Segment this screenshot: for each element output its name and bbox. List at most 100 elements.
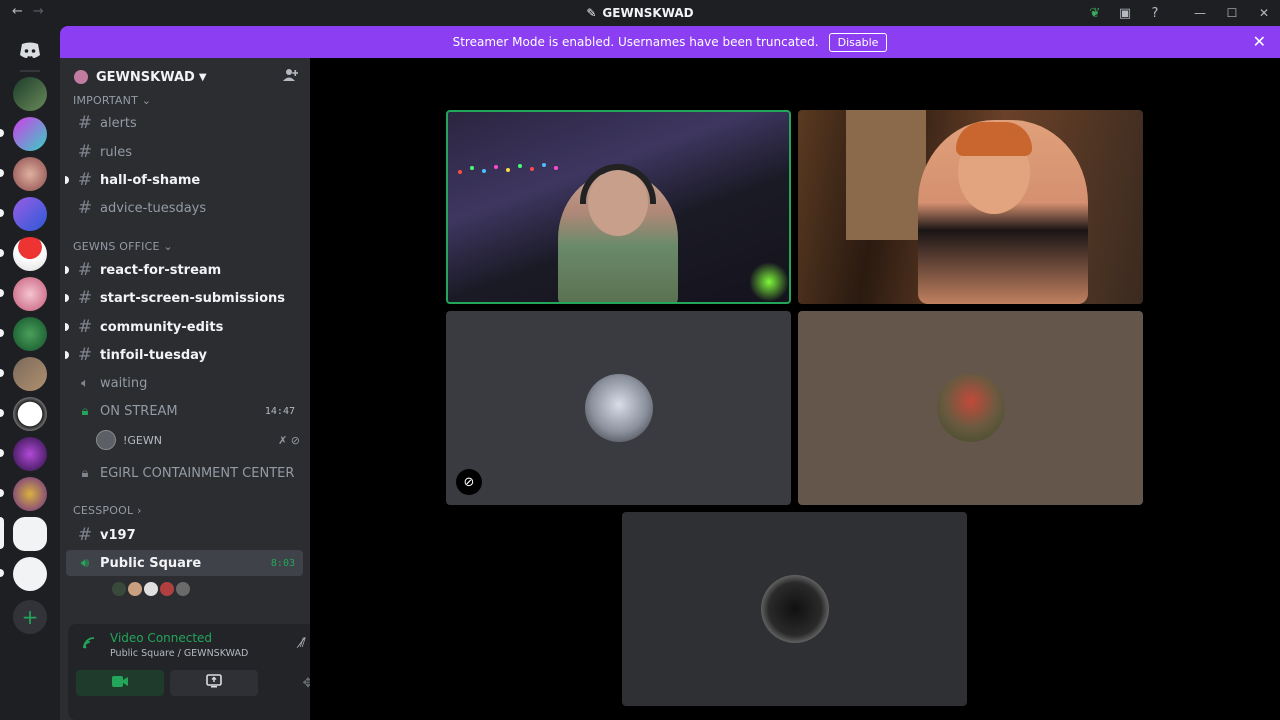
server-icon[interactable] <box>13 237 47 271</box>
voice-tile[interactable]: ⊘ <box>446 311 791 505</box>
channel-tinfoil-tuesday[interactable]: # tinfoil-tuesday <box>65 342 303 368</box>
connection-location[interactable]: Public Square / GEWNSKWAD <box>110 648 248 659</box>
text-channel-icon: # <box>77 345 93 365</box>
server-icon[interactable] <box>13 437 47 471</box>
server-icon[interactable] <box>13 157 47 191</box>
channel-label: react-for-stream <box>100 262 222 278</box>
discord-home-icon[interactable] <box>14 34 46 66</box>
video-feed <box>749 262 789 302</box>
chevron-down-icon: ▼ <box>198 71 207 83</box>
server-unread-indicator <box>0 329 4 337</box>
voice-channel-waiting[interactable]: 🔈︎ waiting <box>66 370 303 396</box>
selected-server-indicator <box>0 517 4 549</box>
text-channel-icon: # <box>77 198 93 218</box>
invite-people-icon[interactable] <box>283 68 299 86</box>
channel-alerts[interactable]: # alerts <box>66 110 303 136</box>
server-unread-indicator <box>0 569 4 577</box>
video-feed <box>846 110 926 240</box>
video-feed <box>956 122 1032 156</box>
channel-rules[interactable]: # rules <box>66 139 303 165</box>
window-title-text: GEWNSKWAD <box>602 6 694 20</box>
stream-icon[interactable]: ▣ <box>1110 6 1140 21</box>
channel-community-edits[interactable]: # community-edits <box>65 314 303 340</box>
muted-icon: ⊘ <box>456 469 482 495</box>
unread-indicator <box>65 351 69 359</box>
channel-hall-of-shame[interactable]: # hall-of-shame <box>65 167 303 193</box>
text-channel-icon: # <box>77 260 93 280</box>
channel-v197[interactable]: # v197 <box>66 522 303 548</box>
video-tile-speaking[interactable] <box>446 110 791 304</box>
server-unread-indicator <box>0 249 4 257</box>
voice-channel-egirl-containment[interactable]: 🔒︎ EGIRL CONTAINMENT CENTER <box>66 460 303 486</box>
streamer-mode-banner: Streamer Mode is enabled. Usernames have… <box>60 26 1280 58</box>
server-title-icon: ✎ <box>586 6 597 20</box>
server-icon[interactable] <box>13 557 47 591</box>
server-icon[interactable] <box>13 117 47 151</box>
text-channel-icon: # <box>77 142 93 162</box>
unread-indicator <box>65 176 69 184</box>
text-channel-icon: # <box>77 317 93 337</box>
channel-label: alerts <box>100 115 137 131</box>
video-feed <box>454 162 574 182</box>
banner-message: Streamer Mode is enabled. Usernames have… <box>452 35 819 49</box>
video-feed <box>580 164 656 204</box>
close-window-button[interactable]: ✕ <box>1248 6 1280 20</box>
leaf-icon[interactable]: ❦ <box>1080 6 1110 21</box>
channel-sidebar: GEWNSKWAD ▼ IMPORTANT ⌄ # alerts # rules… <box>60 58 362 720</box>
voice-tile[interactable] <box>798 311 1143 505</box>
server-name: GEWNSKWAD <box>96 69 195 85</box>
maximize-button[interactable]: ☐ <box>1216 6 1248 20</box>
voice-channel-public-square[interactable]: 🔊︎ Public Square 8:03 <box>66 550 303 576</box>
server-icon[interactable] <box>13 197 47 231</box>
server-icon[interactable] <box>13 277 47 311</box>
server-unread-indicator <box>0 489 4 497</box>
avatar <box>174 580 192 598</box>
mute-deafen-icons: ✗ ⊘ <box>278 433 300 447</box>
channel-start-screen-submissions[interactable]: # start-screen-submissions <box>65 285 303 311</box>
unread-indicator <box>65 323 69 331</box>
voice-timer: 8:03 <box>270 557 295 569</box>
noise-suppression-icon[interactable]: ⫽̸ <box>300 636 306 651</box>
server-header[interactable]: GEWNSKWAD ▼ <box>60 58 310 96</box>
lock-icon: 🔒︎ <box>81 465 89 481</box>
text-channel-icon: # <box>77 170 93 190</box>
connection-status[interactable]: Video Connected <box>110 631 212 645</box>
video-tile[interactable] <box>798 110 1143 304</box>
category-cesspool[interactable]: CESSPOOL › <box>73 504 142 517</box>
speaker-icon: 🔊︎ <box>80 555 90 571</box>
voice-user[interactable]: !GEWN ✗ ⊘ <box>96 429 306 451</box>
lock-icon: 🔒︎ <box>81 403 89 419</box>
help-icon[interactable]: ? <box>1140 6 1170 21</box>
banner-close-icon[interactable]: ✕ <box>1253 32 1266 51</box>
channel-label: v197 <box>100 527 136 543</box>
category-gewns-office[interactable]: GEWNS OFFICE ⌄ <box>73 240 173 253</box>
minimize-button[interactable]: — <box>1184 6 1216 20</box>
camera-button[interactable] <box>76 670 164 696</box>
server-icon[interactable] <box>13 397 47 431</box>
voice-timer: 14:47 <box>264 405 295 417</box>
channel-label: ON STREAM <box>100 403 178 419</box>
server-icon[interactable] <box>13 357 47 391</box>
voice-tile[interactable] <box>622 512 967 706</box>
category-important[interactable]: IMPORTANT ⌄ <box>73 94 151 107</box>
text-channel-icon: # <box>77 525 93 545</box>
server-icon[interactable] <box>13 77 47 111</box>
channel-label: community-edits <box>100 319 224 335</box>
screen-share-button[interactable] <box>170 670 258 696</box>
server-icon-gewnskwad[interactable] <box>13 517 47 551</box>
unread-indicator <box>65 294 69 302</box>
server-unread-indicator <box>0 409 4 417</box>
server-icon[interactable] <box>13 317 47 351</box>
server-unread-indicator <box>0 129 4 137</box>
voice-channel-on-stream[interactable]: 🔒︎ ON STREAM 14:47 <box>66 398 303 424</box>
channel-advice-tuesdays[interactable]: # advice-tuesdays <box>66 195 303 221</box>
disable-button[interactable]: Disable <box>828 32 888 52</box>
titlebar-controls: ❦ ▣ ? — ☐ ✕ <box>1080 0 1280 26</box>
server-icon[interactable] <box>13 477 47 511</box>
voice-participants[interactable] <box>110 580 192 598</box>
signal-icon[interactable] <box>82 636 96 654</box>
channel-react-for-stream[interactable]: # react-for-stream <box>65 257 303 283</box>
add-server-icon[interactable]: + <box>13 600 47 634</box>
screen-share-icon <box>206 674 222 692</box>
server-unread-indicator <box>0 449 4 457</box>
